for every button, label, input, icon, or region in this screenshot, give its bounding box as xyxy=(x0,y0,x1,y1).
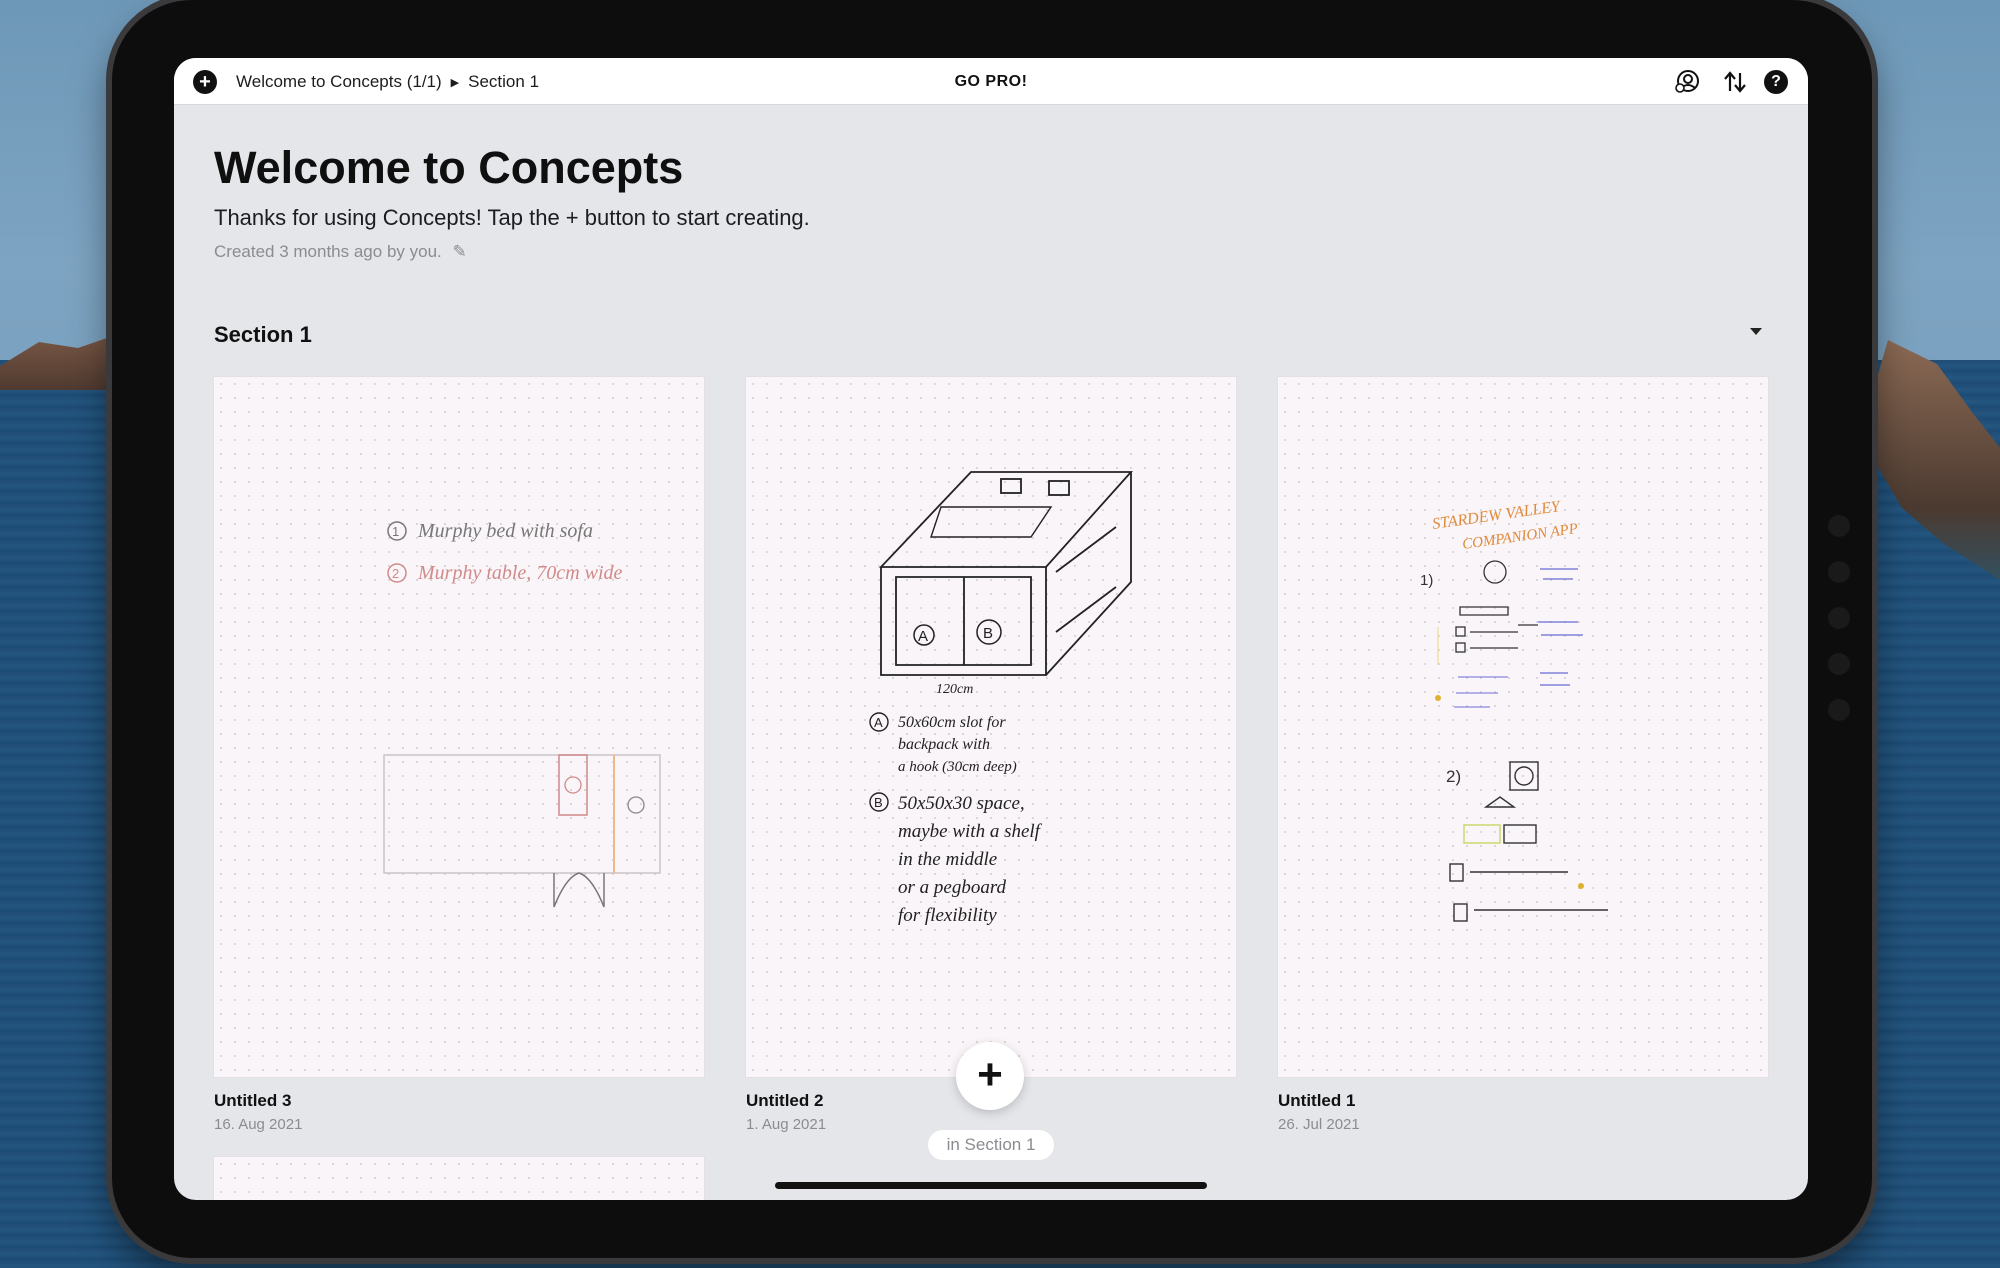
help-icon[interactable]: ? xyxy=(1764,70,1788,94)
section-title: Section 1 xyxy=(214,322,312,347)
go-pro-button[interactable]: GO PRO! xyxy=(174,73,1808,91)
home-indicator[interactable] xyxy=(775,1182,1207,1189)
page-subtitle: Thanks for using Concepts! Tap the + but… xyxy=(214,205,810,230)
svg-text:1): 1) xyxy=(1420,572,1433,589)
drawing-date: 16. Aug 2021 xyxy=(214,1116,303,1133)
svg-text:A: A xyxy=(918,628,928,645)
svg-text:B: B xyxy=(983,625,993,642)
sketch-text: maybe with a shelf xyxy=(898,821,1043,842)
sketch-untitled-3: 1 Murphy bed with sofa 2 Murphy table, 7… xyxy=(383,520,661,908)
app-screen: + Welcome to Concepts (1/1) ▶ Section 1 … xyxy=(174,58,1808,1200)
sketch-text: Murphy bed with sofa xyxy=(417,520,593,542)
sketch-text: 50x60cm slot for xyxy=(898,714,1006,731)
add-drawing-button[interactable]: + xyxy=(956,1042,1024,1110)
svg-text:2): 2) xyxy=(1446,767,1461,786)
drawing-date: 1. Aug 2021 xyxy=(746,1116,827,1133)
sketch-untitled-1: STARDEW VALLEY COMPANION APP 1) 2) xyxy=(1420,498,1608,922)
svg-text:B: B xyxy=(874,795,883,810)
sort-icon[interactable] xyxy=(1722,69,1748,95)
add-drawing-location-label: in Section 1 xyxy=(928,1130,1054,1160)
sketch-text: for flexibility xyxy=(898,905,997,926)
sketch-text: or a pegboard xyxy=(898,877,1007,898)
drawing-name: Untitled 3 xyxy=(214,1091,292,1110)
svg-text:A: A xyxy=(874,715,883,730)
page-meta: Created 3 months ago by you. ✎ xyxy=(214,242,467,262)
created-info: Created 3 months ago by you. xyxy=(214,242,442,261)
page-title: Welcome to Concepts xyxy=(214,142,684,193)
section-collapse-chevron-icon[interactable] xyxy=(1750,328,1762,335)
edit-pencil-icon[interactable]: ✎ xyxy=(452,242,466,261)
sketch-text: Murphy table, 70cm wide xyxy=(417,562,623,584)
drawing-name: Untitled 2 xyxy=(746,1091,824,1110)
drawing-card-untitled-2[interactable]: A B 120cm A 50x60cm slot for backpack wi… xyxy=(746,377,1236,1077)
svg-text:2: 2 xyxy=(392,566,399,581)
drawing-card-partial[interactable] xyxy=(214,1157,704,1200)
sketch-untitled-2: A B 120cm A 50x60cm slot for backpack wi… xyxy=(869,471,1134,926)
sketch-text: in the middle xyxy=(898,849,997,870)
account-icon[interactable] xyxy=(1674,69,1700,95)
sketch-text: 50x50x30 space, xyxy=(898,793,1025,814)
drawing-date: 26. Jul 2021 xyxy=(1278,1116,1360,1133)
sketch-text: 120cm xyxy=(936,682,973,697)
ipad-side-sensors xyxy=(1828,515,1852,745)
drawing-card-untitled-1[interactable]: STARDEW VALLEY COMPANION APP 1) 2) xyxy=(1278,377,1768,1077)
sketch-text: a hook (30cm deep) xyxy=(898,759,1017,775)
drawing-name: Untitled 1 xyxy=(1278,1091,1356,1110)
svg-text:1: 1 xyxy=(392,524,399,539)
top-bar: + Welcome to Concepts (1/1) ▶ Section 1 … xyxy=(174,58,1808,105)
sketch-text: backpack with xyxy=(898,736,990,753)
drawing-card-untitled-3[interactable]: 1 Murphy bed with sofa 2 Murphy table, 7… xyxy=(214,377,704,1077)
